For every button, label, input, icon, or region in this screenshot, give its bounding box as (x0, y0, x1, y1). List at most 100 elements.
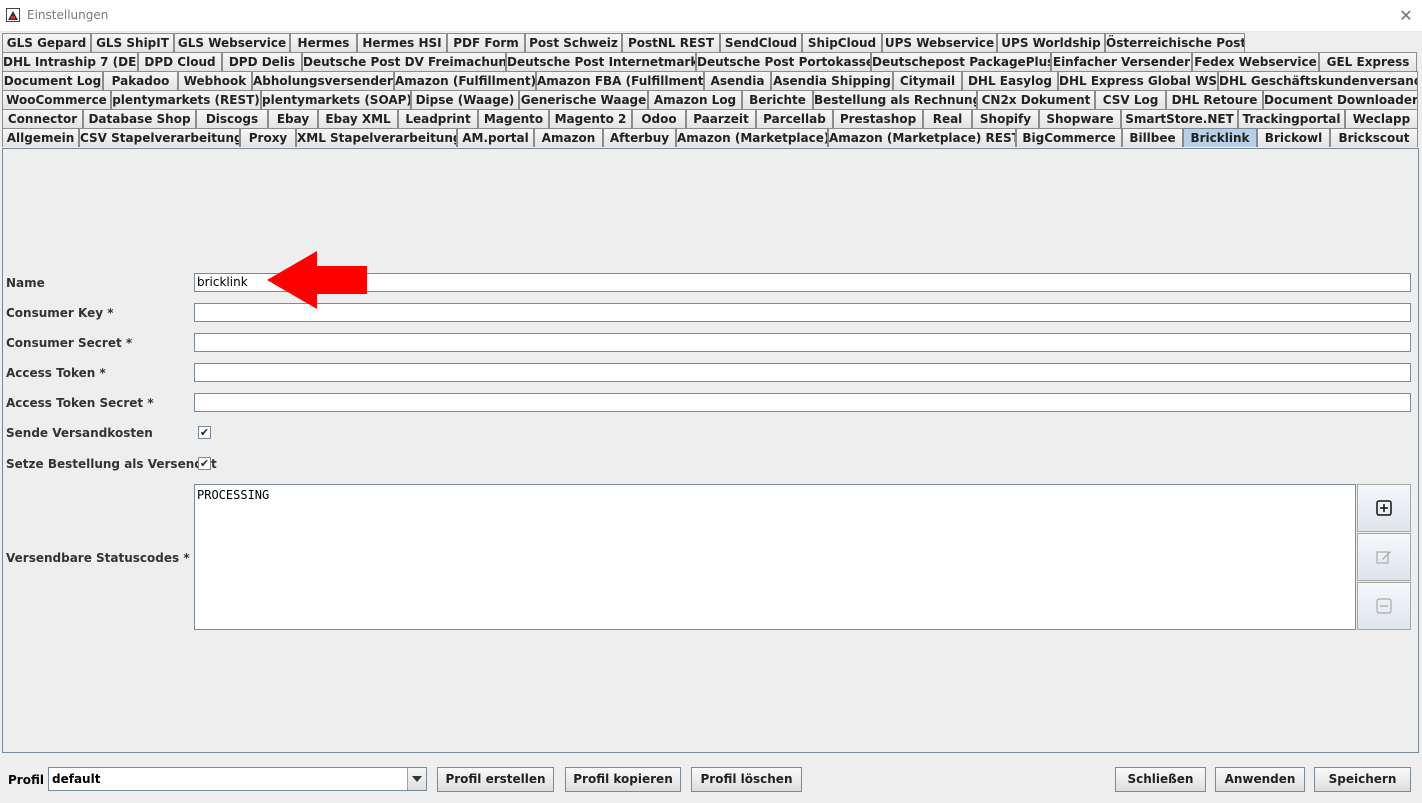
tab-plentymarkets-soap[interactable]: plentymarkets (SOAP) (261, 90, 411, 109)
tab-gls-gepard[interactable]: GLS Gepard (2, 33, 91, 52)
tab-proxy[interactable]: Proxy (240, 128, 296, 147)
tab-amazon-marketplace[interactable]: Amazon (Marketplace) (676, 128, 828, 147)
tab-smartstore-net[interactable]: SmartStore.NET (1121, 109, 1238, 128)
tab-shipcloud[interactable]: ShipCloud (802, 33, 882, 52)
tab-afterbuy[interactable]: Afterbuy (603, 128, 676, 147)
tab-hermes-hsi[interactable]: Hermes HSI (357, 33, 447, 52)
tab-magento-2[interactable]: Magento 2 (549, 109, 632, 128)
tab-asendia-shipping[interactable]: Asendia Shipping (771, 71, 893, 90)
tab-hermes[interactable]: Hermes (290, 33, 357, 52)
tab-discogs[interactable]: Discogs (196, 109, 268, 128)
tab-ups-worldship[interactable]: UPS Worldship (997, 33, 1105, 52)
tab-pakadoo[interactable]: Pakadoo (103, 71, 178, 90)
tab-postnl-rest[interactable]: PostNL REST (622, 33, 720, 52)
tab-generische-waage[interactable]: Generische Waage (519, 90, 648, 109)
tab-dp-packageplus[interactable]: Deutschepost PackagePlus (871, 52, 1051, 71)
tab-gls-webservice[interactable]: GLS Webservice (174, 33, 290, 52)
tab-pdf-form[interactable]: PDF Form (447, 33, 525, 52)
tab-bigcommerce[interactable]: BigCommerce (1016, 128, 1122, 147)
apply-button[interactable]: Anwenden (1215, 767, 1305, 792)
access-token-field[interactable] (194, 363, 1411, 382)
consumer-key-field[interactable] (194, 303, 1411, 322)
name-field[interactable]: bricklink (194, 273, 1411, 292)
copy-profile-button[interactable]: Profil kopieren (565, 767, 681, 792)
tab-prestashop[interactable]: Prestashop (833, 109, 923, 128)
tab-parcellab[interactable]: Parcellab (756, 109, 833, 128)
tab-bricklink[interactable]: Bricklink (1183, 128, 1257, 147)
tab-connector[interactable]: Connector (2, 109, 83, 128)
send-shipping-checkbox[interactable]: ✔ (198, 426, 211, 439)
tab-dhl-easylog[interactable]: DHL Easylog (962, 71, 1058, 90)
tab-billbee[interactable]: Billbee (1122, 128, 1183, 147)
tab-citymail[interactable]: Citymail (893, 71, 962, 90)
tab-leadprint[interactable]: Leadprint (398, 109, 478, 128)
tab-csv-stapelverarbeitung[interactable]: CSV Stapelverarbeitung (79, 128, 240, 147)
tab-magento[interactable]: Magento (478, 109, 549, 128)
tab-dhl-intraship[interactable]: DHL Intraship 7 (DE) (2, 52, 138, 71)
tab-dhl-retoure[interactable]: DHL Retoure (1166, 90, 1263, 109)
tab-database-shop[interactable]: Database Shop (83, 109, 196, 128)
edit-status-button[interactable] (1357, 533, 1411, 581)
access-token-secret-field[interactable] (194, 393, 1411, 412)
set-shipped-checkbox[interactable]: ✔ (198, 457, 211, 470)
tab-berichte[interactable]: Berichte (742, 90, 813, 109)
list-item[interactable]: PROCESSING (197, 488, 1353, 502)
tab-xml-stapelverarbeitung[interactable]: XML Stapelverarbeitung (296, 128, 457, 147)
tab-cn2x-dokument[interactable]: CN2x Dokument (977, 90, 1095, 109)
tab-plentymarkets-rest[interactable]: plentymarkets (REST) (111, 90, 261, 109)
remove-status-button[interactable] (1357, 582, 1411, 630)
tab-einfacher-versender[interactable]: Einfacher Versender (1051, 52, 1192, 71)
tab-brickowl[interactable]: Brickowl (1257, 128, 1330, 147)
tab-post-schweiz[interactable]: Post Schweiz (525, 33, 622, 52)
tab-document-log[interactable]: Document Log (2, 71, 103, 90)
close-icon[interactable]: ✕ (1396, 6, 1416, 26)
delete-profile-button[interactable]: Profil löschen (691, 767, 802, 792)
tab-asendia[interactable]: Asendia (704, 71, 771, 90)
add-status-button[interactable] (1357, 484, 1411, 532)
tab-gel-express[interactable]: GEL Express (1319, 52, 1417, 71)
tab-weclapp[interactable]: Weclapp (1345, 109, 1418, 128)
chevron-down-icon[interactable] (407, 768, 426, 790)
tab-csv-log[interactable]: CSV Log (1095, 90, 1166, 109)
tab-dp-portokasse[interactable]: Deutsche Post Portokasse (696, 52, 871, 71)
tab-dp-dv-freimachung[interactable]: Deutsche Post DV Freimachung (302, 52, 506, 71)
tab-am-portal[interactable]: AM.portal (457, 128, 534, 147)
tab-document-downloader[interactable]: Document Downloader (1263, 90, 1418, 109)
tab-amazon-marketplace-rest[interactable]: Amazon (Marketplace) REST (828, 128, 1016, 147)
tab-amazon-fulfillment[interactable]: Amazon (Fulfillment) (394, 71, 536, 90)
tab-trackingportal[interactable]: Trackingportal (1238, 109, 1345, 128)
tab-oesterreichische-post[interactable]: Österreichische Post (1105, 33, 1245, 52)
consumer-secret-field[interactable] (194, 333, 1411, 352)
tab-ebay[interactable]: Ebay (268, 109, 318, 128)
tab-fedex-webservice[interactable]: Fedex Webservice (1192, 52, 1319, 71)
tab-woocommerce[interactable]: WooCommerce (2, 90, 111, 109)
profile-select[interactable]: default (48, 767, 427, 791)
status-codes-list[interactable]: PROCESSING (194, 484, 1356, 630)
tab-dpd-delis[interactable]: DPD Delis (222, 52, 302, 71)
tab-real[interactable]: Real (923, 109, 972, 128)
tab-amazon-fba[interactable]: Amazon FBA (Fulfillment) (536, 71, 704, 90)
create-profile-button[interactable]: Profil erstellen (437, 767, 554, 792)
tab-brickscout[interactable]: Brickscout (1330, 128, 1418, 147)
tab-sendcloud[interactable]: SendCloud (720, 33, 802, 52)
tab-paarzeit[interactable]: Paarzeit (686, 109, 756, 128)
tab-ebay-xml[interactable]: Ebay XML (318, 109, 398, 128)
tab-ups-webservice[interactable]: UPS Webservice (882, 33, 997, 52)
tab-dipse-waage[interactable]: Dipse (Waage) (411, 90, 519, 109)
tab-shopify[interactable]: Shopify (972, 109, 1039, 128)
tab-dhl-express-global[interactable]: DHL Express Global WS (1058, 71, 1218, 90)
tab-shopware[interactable]: Shopware (1039, 109, 1121, 128)
tab-amazon-log[interactable]: Amazon Log (648, 90, 742, 109)
tab-odoo[interactable]: Odoo (632, 109, 686, 128)
tab-dpd-cloud[interactable]: DPD Cloud (138, 52, 222, 71)
tab-allgemein[interactable]: Allgemein (2, 128, 79, 147)
tab-webhook[interactable]: Webhook (178, 71, 252, 90)
tab-abholungsversender[interactable]: Abholungsversender (252, 71, 394, 90)
tab-gls-shipit[interactable]: GLS ShipIT (91, 33, 174, 52)
tab-amazon[interactable]: Amazon (534, 128, 603, 147)
close-button[interactable]: Schließen (1115, 767, 1206, 792)
tab-dhl-geschaeftskunden[interactable]: DHL Geschäftskundenversand (1218, 71, 1418, 90)
tab-bestellung-als-rechnung[interactable]: Bestellung als Rechnung (813, 90, 977, 109)
tab-dp-internetmarke[interactable]: Deutsche Post Internetmarke (506, 52, 696, 71)
save-button[interactable]: Speichern (1314, 767, 1411, 792)
